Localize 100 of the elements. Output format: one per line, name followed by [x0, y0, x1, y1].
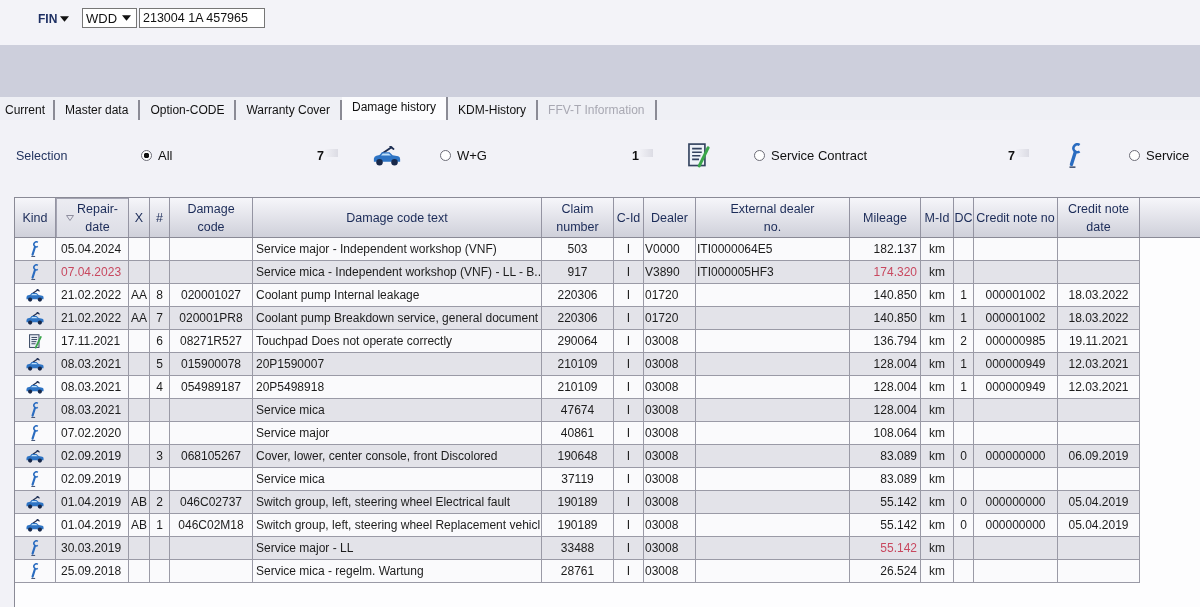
count-label: 7 — [317, 148, 338, 163]
column-header[interactable]: Damage code text — [253, 198, 542, 237]
table-cell: 37119 — [542, 468, 614, 490]
table-row[interactable]: 07.04.2023 Service mica - Independent workshop (VNF) - LL - B.. 917 I V3890 ITI000005HF3 174.320 km — [15, 261, 1140, 284]
table-cell: 000000000 — [974, 514, 1058, 536]
column-header[interactable]: Damage code — [170, 198, 253, 237]
table-cell: 054989187 — [170, 376, 253, 398]
table-cell: I — [614, 307, 644, 329]
table-cell: km — [921, 422, 954, 444]
table-cell: 4 — [150, 376, 170, 398]
fin-menu-button[interactable]: FIN — [38, 12, 82, 26]
table-cell: 140.850 — [850, 284, 921, 306]
prefix-dropdown[interactable]: WDD — [82, 8, 137, 28]
table-cell: 917 — [542, 261, 614, 283]
table-cell: km — [921, 238, 954, 260]
table-cell: 07.02.2020 — [56, 422, 129, 444]
table-cell: Service mica — [253, 468, 542, 490]
table-cell: 03008 — [644, 353, 696, 375]
table-cell: 28761 — [542, 560, 614, 582]
caret-icon — [122, 15, 131, 21]
table-cell: I — [614, 284, 644, 306]
table-cell: I — [614, 399, 644, 421]
table-cell: Coolant pump Internal leakage — [253, 284, 542, 306]
table-cell: 02.09.2019 — [56, 445, 129, 467]
car-icon — [26, 380, 44, 394]
sort-icon — [66, 214, 74, 221]
column-header[interactable]: Mileage — [850, 198, 921, 237]
table-cell: 25.09.2018 — [56, 560, 129, 582]
column-header[interactable]: Credit note date — [1058, 198, 1140, 237]
option-label: Service — [1146, 148, 1190, 163]
table-cell: Service major — [253, 422, 542, 444]
table-cell: 21.02.2022 — [56, 284, 129, 306]
table-cell: 12.03.2021 — [1058, 353, 1140, 375]
table-cell: Service major - LL — [253, 537, 542, 559]
table-cell: 068105267 — [170, 445, 253, 467]
table-cell: Switch group, left, steering wheel Electrical fault — [253, 491, 542, 513]
column-header[interactable]: Repair- date — [56, 198, 129, 237]
column-header[interactable]: Credit note no — [974, 198, 1058, 237]
table-row[interactable]: 08.03.2021 5 015900078 20P1590007 210109 I 03008 128.004 km 1 000000949 12.03.2021 — [15, 353, 1140, 376]
table-row[interactable]: 17.11.2021 6 08271R527 Touchpad Does not operate correctly 290064 I 03008 136.794 km 2 000000985 19.11.2021 — [15, 330, 1140, 353]
column-header[interactable]: C-Id — [614, 198, 644, 237]
table-cell: 174.320 — [850, 261, 921, 283]
column-header[interactable]: External dealer no. — [696, 198, 850, 237]
table-row[interactable]: 08.03.2021 4 054989187 20P5498918 210109 I 03008 128.004 km 1 000000949 12.03.2021 — [15, 376, 1140, 399]
table-cell: 8 — [150, 284, 170, 306]
column-header[interactable]: DC — [954, 198, 974, 237]
table-cell: 08271R527 — [170, 330, 253, 352]
table-cell: Coolant pump Breakdown service, general document — [253, 307, 542, 329]
wrench-icon — [1069, 143, 1083, 168]
table-row[interactable]: 02.09.2019 3 068105267 Cover, lower, center console, front Discolored 190648 I 03008 83.089 km 0 000000000 06.09.2019 — [15, 445, 1140, 468]
table-row[interactable]: 25.09.2018 Service mica - regelm. Wartung 28761 I 03008 26.524 km — [15, 560, 1140, 583]
table-cell: 182.137 — [850, 238, 921, 260]
table-cell: 000000000 — [974, 491, 1058, 513]
count-label: 7 — [1008, 148, 1029, 163]
table-row[interactable]: 21.02.2022 AA 8 020001027 Coolant pump Internal leakage 220306 I 01720 140.850 km 1 000001002 18.03.2022 — [15, 284, 1140, 307]
table-cell: 19.11.2021 — [1058, 330, 1140, 352]
table-cell: 18.03.2022 — [1058, 284, 1140, 306]
tab[interactable]: Damage history — [342, 97, 449, 120]
car-icon — [26, 288, 44, 302]
column-header[interactable]: # — [150, 198, 170, 237]
table-row[interactable]: 08.03.2021 Service mica 47674 I 03008 128.004 km — [15, 399, 1140, 422]
table-row[interactable]: 02.09.2019 Service mica 37119 I 03008 83.089 km — [15, 468, 1140, 491]
table-cell: I — [614, 491, 644, 513]
table-cell: 0 — [954, 514, 974, 536]
table-cell: 1 — [954, 376, 974, 398]
column-header[interactable]: Claim number — [542, 198, 614, 237]
radio-button[interactable] — [1129, 150, 1140, 161]
table-cell: 128.004 — [850, 353, 921, 375]
table-cell: 05.04.2024 — [56, 238, 129, 260]
table-cell: I — [614, 238, 644, 260]
table-cell: 03008 — [644, 376, 696, 398]
column-header[interactable]: M-Id — [921, 198, 954, 237]
table-cell: 47674 — [542, 399, 614, 421]
table-cell: 136.794 — [850, 330, 921, 352]
column-header[interactable]: Dealer — [644, 198, 696, 237]
document-pen-icon — [28, 333, 42, 349]
table-cell: 128.004 — [850, 399, 921, 421]
table-cell: 21.02.2022 — [56, 307, 129, 329]
radio-button[interactable] — [440, 150, 451, 161]
table-cell: 20P1590007 — [253, 353, 542, 375]
table-row[interactable]: 05.04.2024 Service major - Independent workshop (VNF) 503 I V0000 ITI0000064E5 182.137 km — [15, 238, 1140, 261]
table-cell: 210109 — [542, 353, 614, 375]
table-row[interactable]: 01.04.2019 AB 2 046C02737 Switch group, left, steering wheel Electrical fault 190189 I 03008 55.142 km 0 000000000 05.04.2019 — [15, 491, 1140, 514]
radio-button[interactable] — [141, 150, 152, 161]
table-row[interactable]: 30.03.2019 Service major - LL 33488 I 03008 55.142 km — [15, 537, 1140, 560]
car-icon — [26, 495, 44, 509]
table-cell: Service major - Independent workshop (VNF) — [253, 238, 542, 260]
table-cell: 03008 — [644, 537, 696, 559]
column-header[interactable]: X — [129, 198, 150, 237]
vin-field[interactable]: 213004 1A 457965 — [139, 8, 265, 28]
table-cell: 1 — [954, 353, 974, 375]
table-cell: 000001002 — [974, 307, 1058, 329]
table-cell: 07.04.2023 — [56, 261, 129, 283]
table-cell: 190648 — [542, 445, 614, 467]
table-row[interactable]: 07.02.2020 Service major 40861 I 03008 108.064 km — [15, 422, 1140, 445]
table-cell: Service mica - regelm. Wartung — [253, 560, 542, 582]
table-row[interactable]: 21.02.2022 AA 7 020001PR8 Coolant pump Breakdown service, general document 220306 I 01720 140.850 km 1 000001002 18.03.2022 — [15, 307, 1140, 330]
radio-button[interactable] — [754, 150, 765, 161]
table-row[interactable]: 01.04.2019 AB 1 046C02M18 Switch group, left, steering wheel Replacement vehicl 190189 I 03008 55.142 km 0 000000000 05.04.2019 — [15, 514, 1140, 537]
wrench-icon — [30, 402, 40, 418]
